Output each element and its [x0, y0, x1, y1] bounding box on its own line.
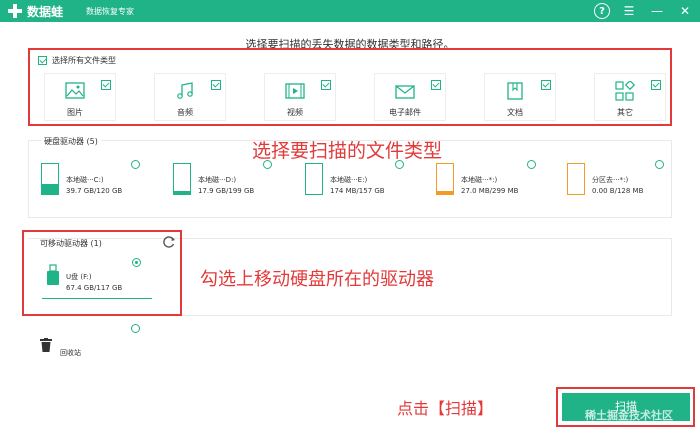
menu-button[interactable]: ☰: [620, 2, 638, 20]
drive-name: 本地磁···D:): [198, 176, 237, 184]
help-button[interactable]: ?: [594, 3, 610, 19]
filetype-checkbox[interactable]: [541, 80, 551, 90]
filetype-checkbox[interactable]: [431, 80, 441, 90]
removable-drive-size: 67.4 GB/117 GB: [66, 284, 123, 292]
email-icon: [395, 85, 415, 99]
drive-name: 本地磁···*:): [461, 176, 498, 184]
drive-size: 174 MB/157 GB: [330, 187, 385, 195]
minimize-button[interactable]: —: [648, 2, 666, 20]
image-icon: [65, 82, 85, 99]
drive-size: 17.9 GB/199 GB: [198, 187, 255, 195]
removable-drive-section: 可移动驱动器 (1) U盘 (F:) 67.4 GB/117 GB: [22, 230, 182, 316]
music-icon: [177, 82, 193, 99]
drive-size: 39.7 GB/120 GB: [66, 187, 123, 195]
drive-size: 27.0 MB/299 MB: [461, 187, 519, 195]
recycle-bin-radio[interactable]: [131, 324, 140, 333]
filetype-checkbox[interactable]: [101, 80, 111, 90]
drive-name: 本地磁···C:): [66, 176, 104, 184]
drive-size: 0.00 B/128 MB: [592, 187, 644, 195]
filetype-card-video[interactable]: 视频: [264, 73, 336, 121]
drive-radio[interactable]: [131, 160, 140, 169]
filetype-checkbox[interactable]: [651, 80, 661, 90]
drive-icon: [173, 163, 191, 195]
hard-drive-title: 硬盘驱动器 (5): [41, 136, 101, 147]
document-icon: [507, 82, 523, 100]
filetype-section: 选择所有文件类型 图片 音频 视频 电子邮件 文档 其它: [28, 48, 672, 126]
filetype-label: 文档: [507, 108, 523, 117]
recycle-bin-label: 回收站: [60, 349, 81, 357]
video-icon: [285, 83, 305, 99]
drive-radio[interactable]: [527, 160, 536, 169]
filetype-label: 音频: [177, 108, 193, 117]
filetype-label: 其它: [617, 108, 633, 117]
filetype-card-email[interactable]: 电子邮件: [374, 73, 446, 121]
drive-item[interactable]: 分区去···*:) 0.00 B/128 MB: [567, 163, 671, 199]
filetype-card-other[interactable]: 其它: [594, 73, 666, 121]
filetype-card-audio[interactable]: 音频: [154, 73, 226, 121]
filetype-checkbox[interactable]: [321, 80, 331, 90]
title-bar: 数据蛙 数据恢复专家 ? ☰ — ✕: [0, 0, 700, 22]
drive-icon: [305, 163, 323, 195]
removable-drive-name: U盘 (F:): [66, 273, 92, 281]
drive-icon: [436, 163, 454, 195]
select-all-checkbox[interactable]: [38, 56, 47, 65]
scan-hint-annotation: 点击【扫描】: [397, 399, 494, 418]
recycle-bin-icon: [40, 338, 52, 352]
drive-radio[interactable]: [655, 160, 664, 169]
app-subtitle: 数据恢复专家: [86, 7, 134, 16]
filetype-label: 电子邮件: [389, 108, 421, 117]
watermark: 稀土掘金技术社区: [585, 409, 673, 422]
drive-item[interactable]: 本地磁···D:) 17.9 GB/199 GB: [173, 163, 277, 199]
app-logo-icon: [8, 4, 22, 18]
drive-name: 本地磁···E:): [330, 176, 368, 184]
removable-drive-title: 可移动驱动器 (1): [40, 239, 102, 248]
refresh-icon[interactable]: [162, 235, 176, 249]
filetype-card-document[interactable]: 文档: [484, 73, 556, 121]
select-all-label: 选择所有文件类型: [52, 56, 116, 65]
drive-name: 分区去···*:): [592, 176, 629, 184]
drive-item[interactable]: 本地磁···E:) 174 MB/157 GB: [305, 163, 409, 199]
app-title: 数据蛙: [27, 5, 64, 19]
drive-icon: [41, 163, 59, 195]
filetype-label: 图片: [67, 108, 83, 117]
drive-icon: [567, 163, 585, 195]
filetype-hint-annotation: 选择要扫描的文件类型: [252, 140, 443, 162]
drive-item[interactable]: 本地磁···C:) 39.7 GB/120 GB: [41, 163, 145, 199]
filetype-checkbox[interactable]: [211, 80, 221, 90]
close-button[interactable]: ✕: [676, 2, 694, 20]
drive-hint-annotation: 勾选上移动硬盘所在的驱动器: [200, 269, 434, 290]
usb-drive-icon: [47, 264, 59, 285]
select-all-filetypes[interactable]: 选择所有文件类型: [38, 55, 116, 66]
removable-drive-radio[interactable]: [132, 258, 141, 267]
drive-item[interactable]: 本地磁···*:) 27.0 MB/299 MB: [436, 163, 540, 199]
other-icon: [615, 81, 635, 101]
filetype-card-image[interactable]: 图片: [44, 73, 116, 121]
filetype-label: 视频: [287, 108, 303, 117]
removable-drive-bar: [42, 298, 152, 299]
